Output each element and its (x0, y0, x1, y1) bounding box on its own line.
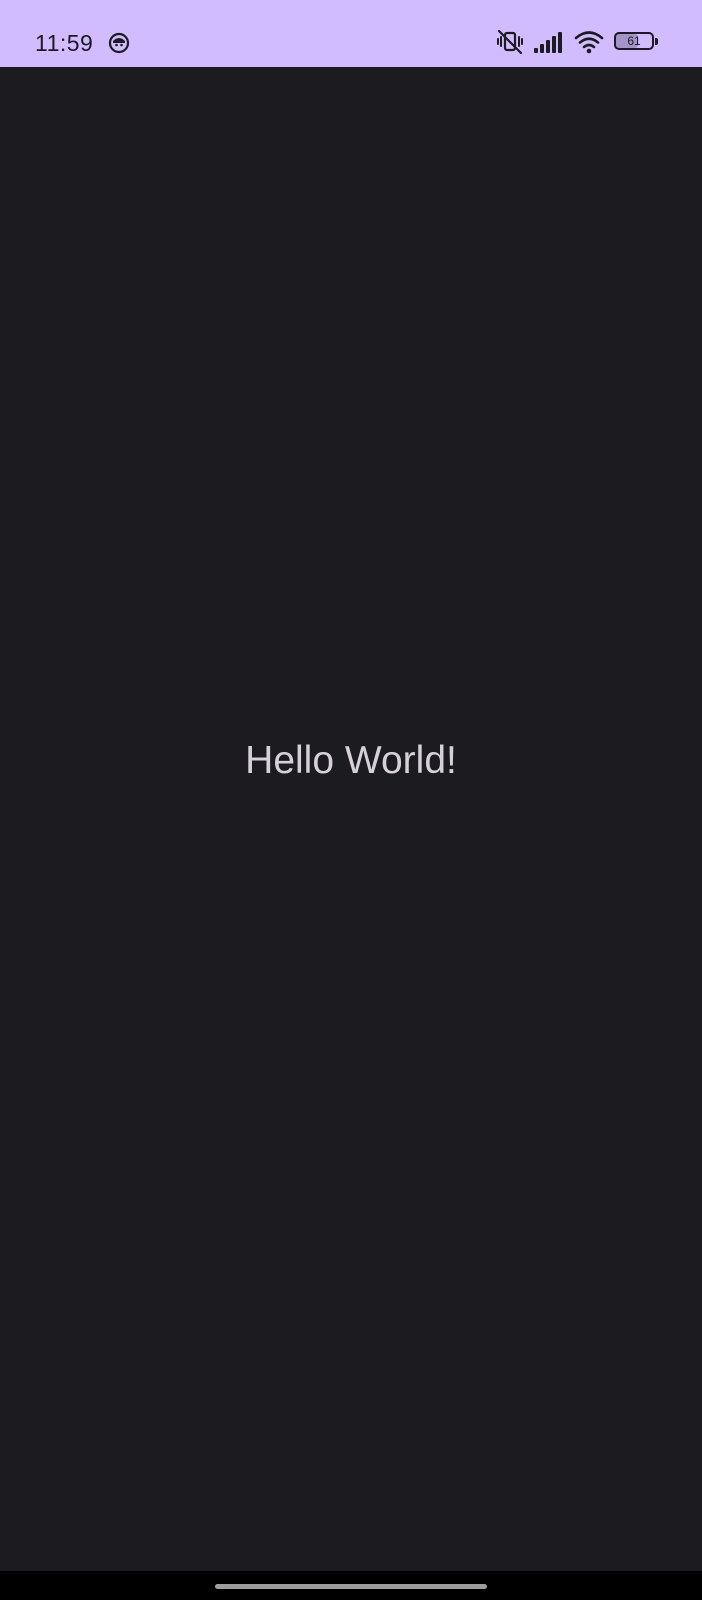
app-notification-icon (108, 32, 130, 54)
status-bar: 11:59 61 (0, 0, 702, 67)
status-time: 11:59 (35, 30, 94, 56)
vibrate-off-icon (496, 29, 524, 55)
navigation-bar (0, 1571, 702, 1600)
battery-icon: 61 (614, 32, 660, 52)
status-icons: 61 (496, 28, 660, 56)
battery-level: 61 (627, 34, 641, 48)
cellular-signal-icon (534, 31, 564, 53)
wifi-icon (574, 30, 604, 54)
main-content: Hello World! (0, 67, 702, 1571)
gesture-handle[interactable] (215, 1584, 487, 1589)
hello-world-text: Hello World! (245, 739, 457, 782)
